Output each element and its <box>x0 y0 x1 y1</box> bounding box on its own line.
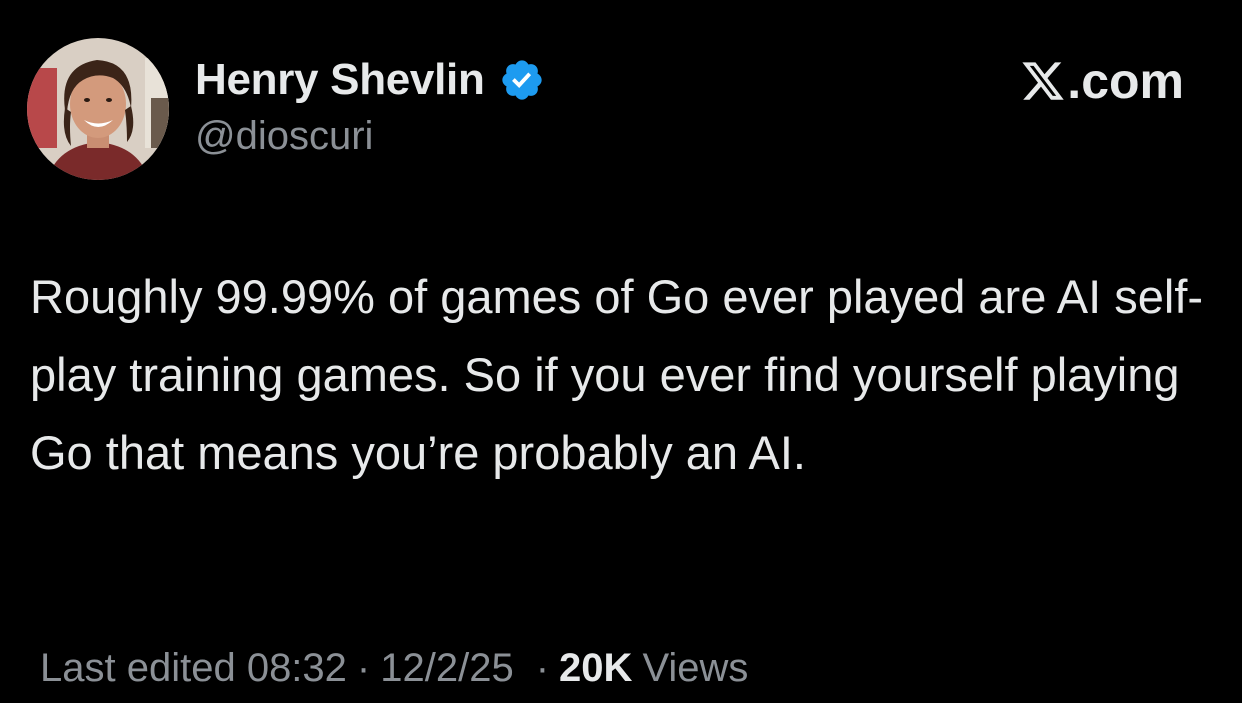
brand-watermark: .com <box>1020 52 1184 110</box>
edited-timestamp[interactable]: Last edited 08:32 <box>40 646 347 691</box>
x-logo-icon <box>1020 58 1066 104</box>
tweet-date[interactable]: 12/2/25 <box>380 646 513 691</box>
views-count: 20K <box>559 646 633 690</box>
verified-badge-icon <box>499 57 545 103</box>
tweet-meta: Last edited 08:32 · 12/2/25 · 20K Views <box>40 646 748 691</box>
author-block: Henry Shevlin @dioscuri <box>195 50 545 159</box>
views-label: Views <box>642 646 749 690</box>
tweet-text: Roughly 99.99% of games of Go ever playe… <box>30 270 1204 479</box>
tweet-card: Henry Shevlin @dioscuri .com Roughly 99.… <box>0 0 1242 703</box>
brand-label: .com <box>1067 53 1184 109</box>
meta-separator: · <box>356 646 371 690</box>
name-row: Henry Shevlin <box>195 50 545 110</box>
display-name[interactable]: Henry Shevlin <box>195 55 485 105</box>
profile-photo <box>27 38 169 180</box>
avatar[interactable] <box>27 38 169 180</box>
user-handle[interactable]: @dioscuri <box>195 114 545 159</box>
meta-separator: · <box>535 646 550 690</box>
